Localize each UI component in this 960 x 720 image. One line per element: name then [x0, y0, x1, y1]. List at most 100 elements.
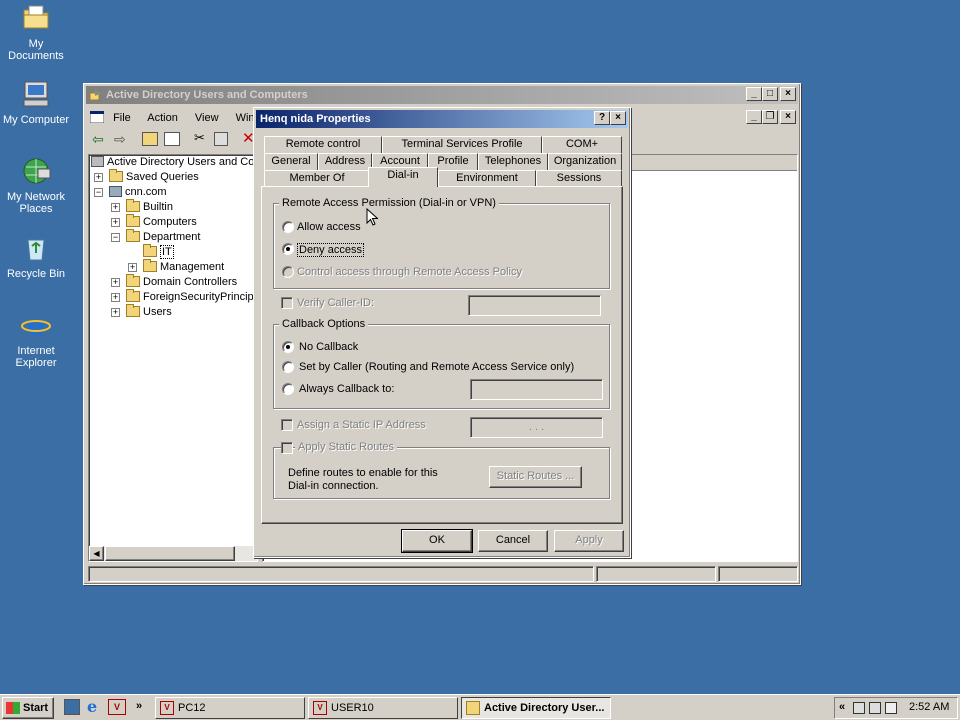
task-pc12[interactable]: V PC12 [155, 697, 305, 719]
expand-users[interactable]: + [111, 308, 120, 317]
tab-remote-control[interactable]: Remote control [264, 136, 382, 153]
tree-root[interactable]: Active Directory Users and Comp [91, 155, 257, 169]
task-user10[interactable]: V USER10 [308, 697, 458, 719]
quicklaunch-vnc-icon[interactable]: V [108, 699, 126, 715]
verify-caller-id-input[interactable] [468, 295, 601, 316]
start-button[interactable]: Start [2, 697, 54, 719]
expand-saved-queries[interactable]: + [94, 173, 103, 182]
tree-domain-controllers[interactable]: Domain Controllers [126, 274, 237, 289]
tree-domain[interactable]: cnn.com [109, 185, 167, 199]
copy-icon[interactable] [214, 132, 228, 146]
static-ip-checkbox[interactable] [281, 419, 293, 431]
tab-member-of[interactable]: Member Of [264, 170, 370, 187]
mouse-cursor-icon [366, 208, 378, 226]
static-routes-checkbox[interactable] [281, 442, 293, 454]
verify-caller-id-label[interactable]: Verify Caller-ID: [297, 297, 374, 309]
back-icon[interactable]: ⇦ [92, 131, 104, 148]
tree-saved-queries[interactable]: Saved Queries [109, 169, 199, 184]
allow-access-label[interactable]: Allow access [297, 221, 361, 233]
forward-icon[interactable]: ⇨ [114, 131, 126, 148]
control-access-radio[interactable] [282, 266, 294, 278]
cancel-button[interactable]: Cancel [478, 530, 548, 552]
tab-dial-in[interactable]: Dial-in [368, 167, 438, 187]
child-restore-button[interactable]: ❐ [762, 110, 778, 124]
cut-icon[interactable]: ✂ [194, 130, 205, 146]
mmc-console-icon [89, 110, 105, 124]
scroll-left-button[interactable]: ◀ [89, 546, 104, 561]
tree-computers[interactable]: Computers [126, 214, 197, 229]
tab-general[interactable]: General [264, 153, 318, 170]
tree-hscrollbar[interactable]: ◀ [89, 546, 257, 561]
quicklaunch-more[interactable]: » [136, 700, 142, 712]
always-callback-radio[interactable] [282, 383, 294, 395]
tab-address[interactable]: Address [318, 153, 372, 170]
tab-telephones[interactable]: Telephones [478, 153, 548, 170]
close-button[interactable]: × [780, 87, 796, 101]
clock[interactable]: 2:52 AM [909, 701, 949, 713]
always-callback-label[interactable]: Always Callback to: [299, 383, 394, 395]
ok-button[interactable]: OK [401, 529, 473, 553]
control-access-label[interactable]: Control access through Remote Access Pol… [297, 266, 522, 278]
set-by-caller-radio[interactable] [282, 361, 294, 373]
static-ip-input[interactable]: . . . [470, 417, 603, 438]
static-routes-button[interactable]: Static Routes ... [489, 466, 582, 488]
desktop-icon-my-network-places[interactable]: My Network Places [0, 155, 72, 215]
expand-builtin[interactable]: + [111, 203, 120, 212]
menu-action[interactable]: Action [147, 112, 178, 124]
task-aduc[interactable]: Active Directory User... [461, 697, 611, 719]
collapse-domain[interactable]: − [94, 188, 103, 197]
desktop-icon-my-documents[interactable]: My Documents [0, 2, 72, 62]
menu-file[interactable]: File [113, 112, 131, 124]
tree-management[interactable]: Management [143, 259, 224, 274]
tree-builtin[interactable]: Builtin [126, 199, 173, 214]
desktop-icon-internet-explorer[interactable]: e Internet Explorer [0, 309, 72, 369]
expand-domain-controllers[interactable]: + [111, 278, 120, 287]
desktop-icon-my-computer[interactable]: My Computer [0, 78, 72, 126]
tray-expand[interactable]: « [839, 701, 845, 713]
tree-users[interactable]: Users [126, 304, 172, 319]
network-tray-icon[interactable] [853, 702, 865, 714]
expand-management[interactable]: + [128, 263, 137, 272]
child-minimize-button[interactable]: _ [746, 110, 762, 124]
help-button[interactable]: ? [594, 111, 610, 125]
deny-access-label[interactable]: Deny access [297, 243, 364, 257]
tray-app-icon[interactable] [885, 702, 897, 714]
verify-caller-id-checkbox[interactable] [281, 297, 293, 309]
minimize-button[interactable]: _ [746, 87, 762, 101]
scroll-thumb[interactable] [105, 546, 235, 561]
tab-terminal-services-profile[interactable]: Terminal Services Profile [382, 136, 542, 153]
tab-sessions[interactable]: Sessions [536, 170, 622, 187]
quicklaunch-ie-icon[interactable]: e [87, 697, 97, 716]
allow-access-radio[interactable] [282, 221, 294, 233]
desktop-icon-recycle-bin[interactable]: Recycle Bin [0, 232, 72, 280]
tree-foreign-security[interactable]: ForeignSecurityPrincipals [126, 289, 257, 304]
deny-access-radio[interactable] [282, 243, 294, 255]
no-callback-label[interactable]: No Callback [299, 341, 358, 353]
tab-com-plus[interactable]: COM+ [542, 136, 622, 153]
status-cell-2 [596, 566, 716, 582]
quicklaunch-show-desktop-icon[interactable] [64, 699, 80, 715]
static-routes-label[interactable]: Apply Static Routes [295, 441, 397, 453]
expand-foreign-security[interactable]: + [111, 293, 120, 302]
tree-department[interactable]: Department [126, 229, 200, 244]
aduc-icon [466, 701, 480, 715]
network-tray-icon-2[interactable] [869, 702, 881, 714]
expand-computers[interactable]: + [111, 218, 120, 227]
up-folder-icon[interactable] [142, 132, 158, 146]
apply-button[interactable]: Apply [554, 530, 624, 552]
dialog-titlebar[interactable]: Henq nida Properties [256, 110, 628, 128]
set-by-caller-label[interactable]: Set by Caller (Routing and Remote Access… [299, 361, 574, 373]
tree-it[interactable]: IT [143, 244, 174, 259]
show-tree-icon[interactable] [164, 132, 180, 146]
always-callback-input[interactable] [470, 379, 603, 400]
aduc-titlebar[interactable]: Active Directory Users and Computers [86, 86, 798, 104]
child-close-button[interactable]: × [780, 110, 796, 124]
maximize-button[interactable]: □ [762, 87, 778, 101]
tab-environment[interactable]: Environment [438, 170, 536, 187]
static-ip-label[interactable]: Assign a Static IP Address [297, 419, 426, 431]
tab-organization[interactable]: Organization [548, 153, 622, 170]
dialog-close-button[interactable]: × [610, 111, 626, 125]
collapse-department[interactable]: − [111, 233, 120, 242]
menu-view[interactable]: View [195, 112, 219, 124]
no-callback-radio[interactable] [282, 341, 294, 353]
